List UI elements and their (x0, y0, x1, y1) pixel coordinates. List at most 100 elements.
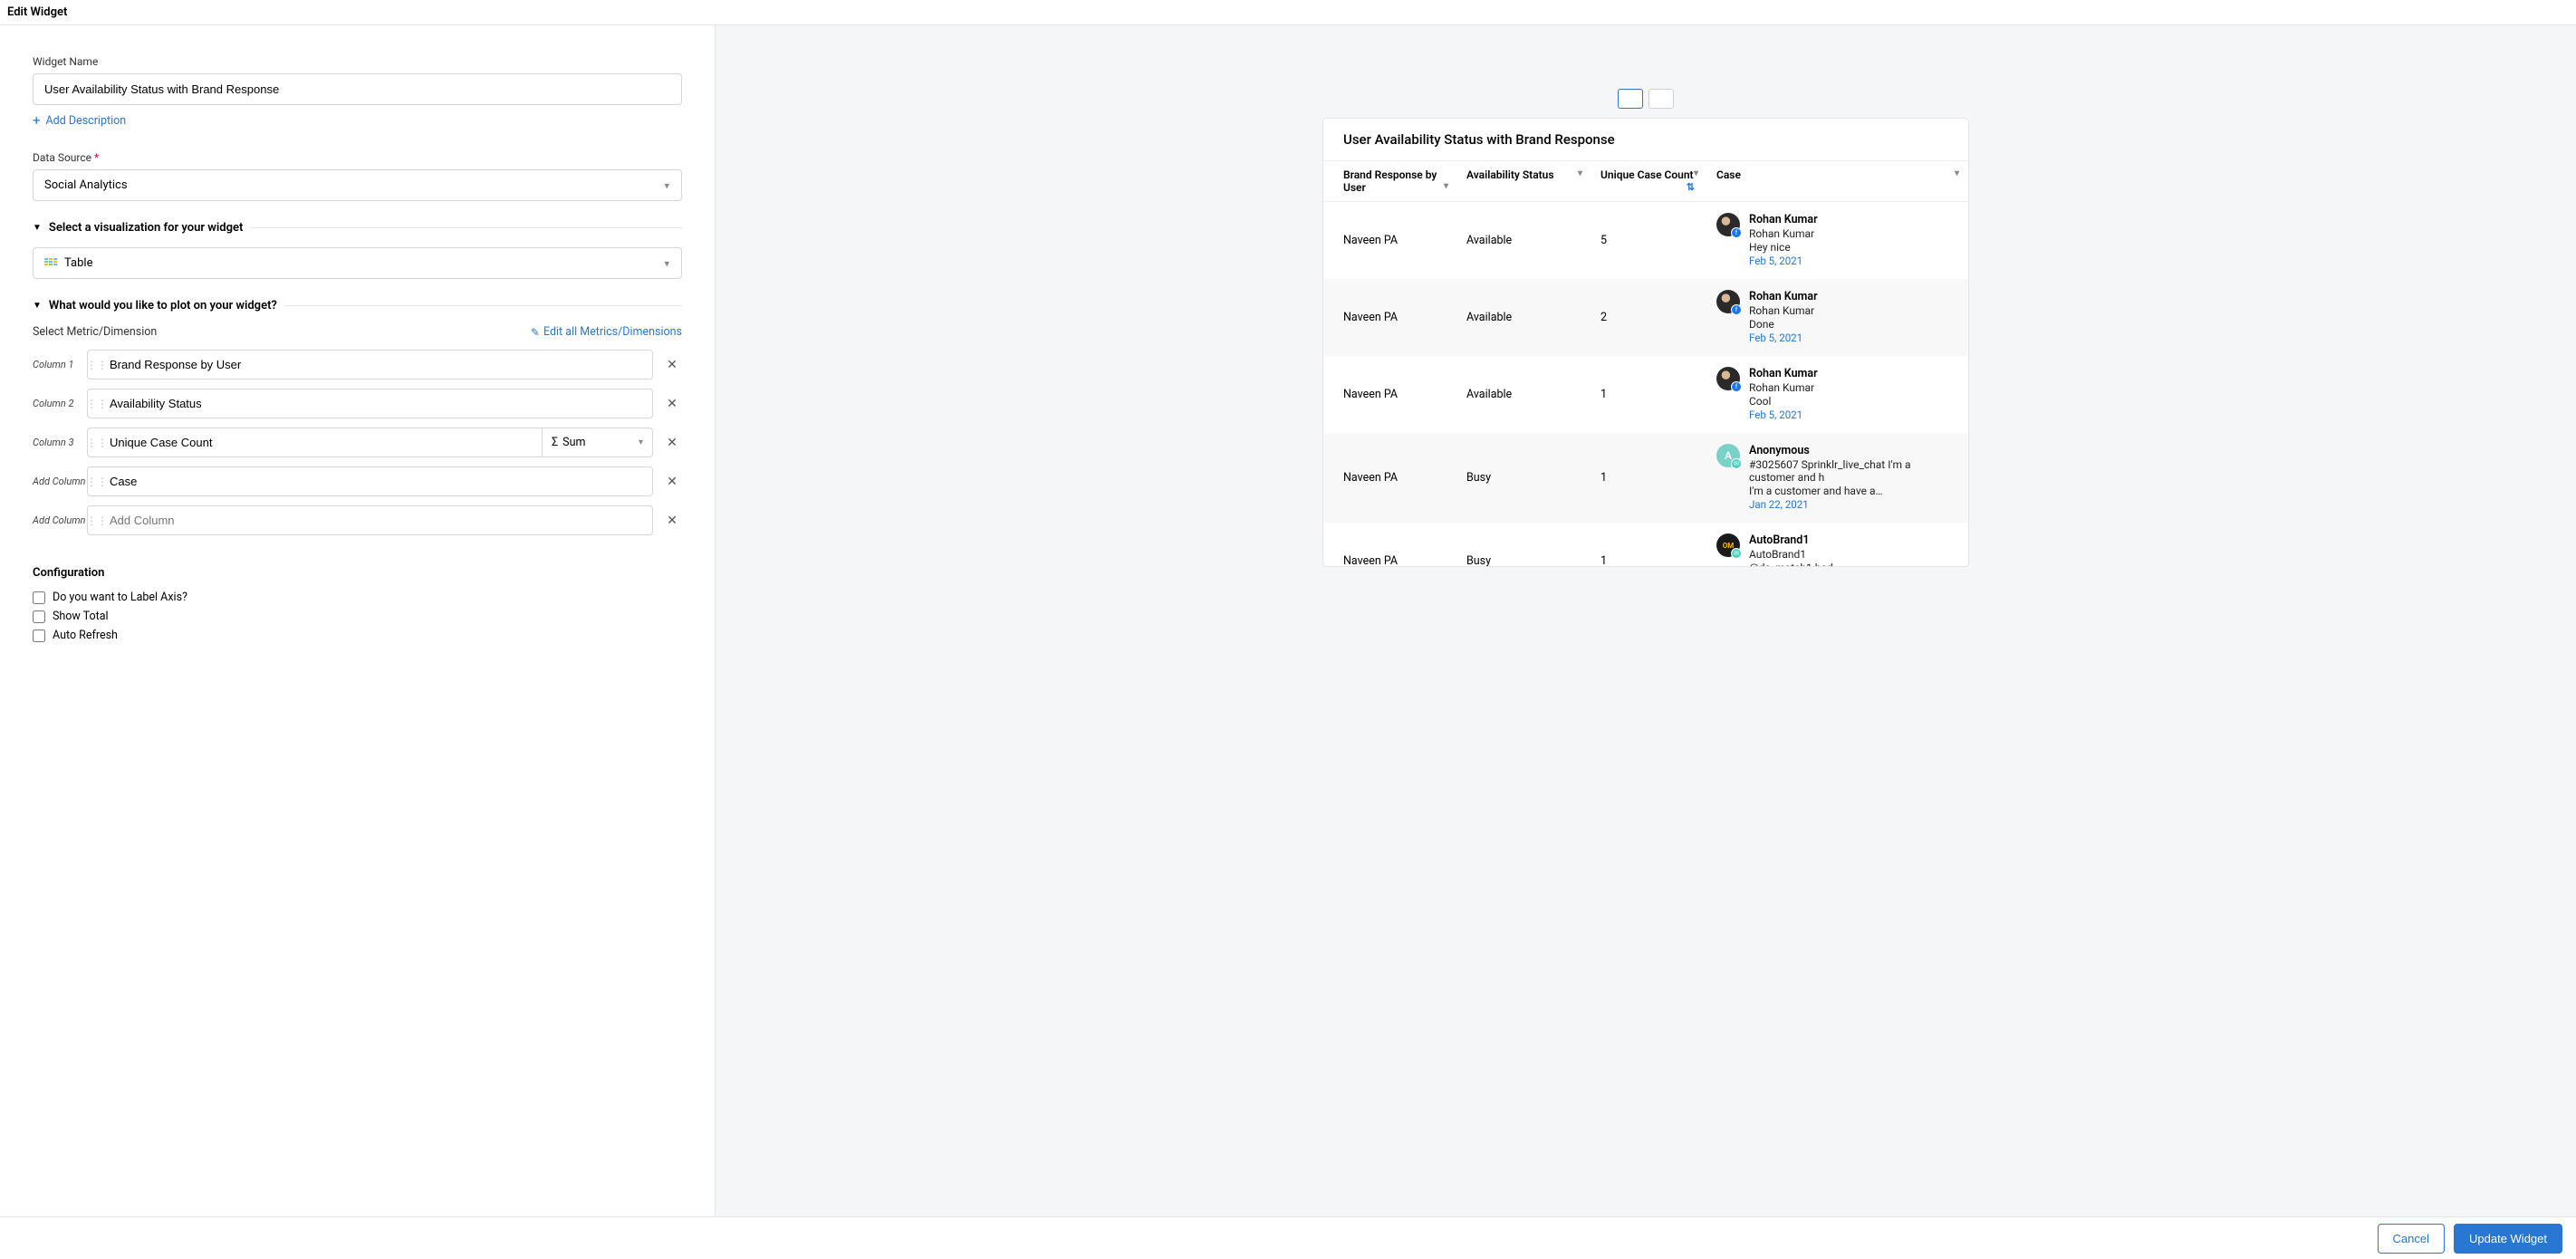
view-toggle (1618, 89, 1674, 109)
configuration-heading: Configuration (33, 566, 682, 580)
visualization-section-header[interactable]: ▼ Select a visualization for your widget (33, 221, 682, 235)
facebook-badge-icon: f (1731, 227, 1742, 238)
case-name: AutoBrand1 (1749, 533, 1833, 547)
table-row[interactable]: Naveen PAAvailable5 f Rohan KumarRohan Kum… (1323, 202, 1968, 279)
data-source-select[interactable]: Social Analytics ▾ (33, 169, 682, 201)
auto-refresh-checkbox[interactable] (33, 630, 45, 642)
cell-user: Naveen PA (1323, 523, 1457, 567)
case-message: @ds_match1 bad (1749, 562, 1833, 566)
header-brand-response[interactable]: Brand Response by User ▾ (1323, 161, 1457, 202)
show-total-text: Show Total (53, 610, 109, 623)
update-widget-button[interactable]: Update Widget (2454, 1224, 2562, 1254)
drag-handle-icon[interactable]: ⋮⋮ (88, 428, 106, 457)
header-unique-count[interactable]: Unique Case Count ▾ ⇅ (1591, 161, 1707, 202)
label-axis-checkbox[interactable] (33, 591, 45, 604)
drag-handle-icon[interactable]: ⋮⋮ (88, 389, 106, 418)
case-name: Rohan Kumar (1749, 213, 1818, 226)
cell-status: Busy (1457, 433, 1591, 523)
cancel-button[interactable]: Cancel (2378, 1224, 2445, 1254)
column-input[interactable]: ⋮⋮ ΣSum▾ (87, 428, 653, 457)
remove-column-button[interactable]: ✕ (662, 436, 682, 450)
column-config-row: Add Column⋮⋮ ✕ (33, 505, 682, 535)
cell-user: Naveen PA (1323, 433, 1457, 523)
column-value-input[interactable] (106, 389, 652, 418)
add-description-link[interactable]: + Add Description (33, 114, 682, 128)
case-date: Feb 5, 2021 (1749, 408, 1818, 421)
show-total-checkbox-row[interactable]: Show Total (33, 610, 682, 623)
facebook-badge-icon: f (1731, 381, 1742, 392)
view-mode-colored[interactable] (1618, 89, 1643, 109)
column-value-input[interactable] (106, 467, 652, 495)
cell-case: A✉Anonymous#3025607 Sprinklr_live_chat I… (1707, 433, 1968, 523)
column-input[interactable]: ⋮⋮ (87, 389, 653, 418)
data-source-value: Social Analytics (44, 178, 128, 192)
column-value-input[interactable] (106, 428, 542, 457)
table-row[interactable]: Naveen PABusy1A✉Anonymous#3025607 Sprink… (1323, 433, 1968, 523)
show-total-checkbox[interactable] (33, 610, 45, 623)
edit-all-metrics-link[interactable]: ✎ Edit all Metrics/Dimensions (531, 325, 682, 339)
case-name: Rohan Kumar (1749, 367, 1818, 380)
auto-refresh-text: Auto Refresh (53, 629, 118, 642)
cell-case: fRohan KumarRohan KumarCoolFeb 5, 2021 (1707, 356, 1968, 433)
drag-handle-icon[interactable]: ⋮⋮ (88, 351, 106, 379)
table-row[interactable]: Naveen PAAvailable1fRohan KumarRohan Kum… (1323, 356, 1968, 433)
chevron-down-icon: ▾ (664, 257, 669, 269)
cell-count: 5 (1591, 202, 1707, 279)
column-config-row: Column 1⋮⋮✕ (33, 350, 682, 380)
widget-name-input[interactable] (33, 73, 682, 105)
case-subtitle: Rohan Kumar (1749, 304, 1818, 317)
case-subtitle: Rohan Kumar (1749, 227, 1818, 240)
edit-all-metrics-text: Edit all Metrics/Dimensions (543, 325, 682, 339)
preview-table-scroll[interactable]: Brand Response by User ▾ Availability St… (1323, 160, 1968, 566)
header-case[interactable]: Case ▾ (1707, 161, 1968, 202)
cell-user: Naveen PA (1323, 202, 1457, 279)
column-index-label: Column 3 (33, 437, 87, 448)
preview-table: Brand Response by User ▾ Availability St… (1323, 160, 1968, 566)
label-axis-checkbox-row[interactable]: Do you want to Label Axis? (33, 591, 682, 604)
plus-icon: + (33, 114, 41, 128)
column-value-input[interactable] (106, 506, 652, 534)
auto-refresh-checkbox-row[interactable]: Auto Refresh (33, 629, 682, 642)
plot-section-header[interactable]: ▼ What would you like to plot on your wi… (33, 299, 682, 312)
column-input[interactable]: ⋮⋮ (87, 466, 653, 496)
column-index-label: Add Column (33, 514, 87, 526)
pencil-icon: ✎ (531, 326, 540, 339)
drag-handle-icon[interactable]: ⋮⋮ (88, 467, 106, 495)
cell-count: 1 (1591, 356, 1707, 433)
case-message: Hey nice (1749, 241, 1818, 254)
header-availability[interactable]: Availability Status ▾ (1457, 161, 1591, 202)
remove-column-button[interactable]: ✕ (662, 514, 682, 528)
case-date: Feb 5, 2021 (1749, 255, 1818, 267)
edit-form-pane: Widget Name + Add Description Data Sourc… (0, 25, 716, 1216)
column-config-row: Column 2⋮⋮✕ (33, 389, 682, 418)
divider (284, 305, 682, 306)
visualization-select[interactable]: Table ▾ (33, 247, 682, 279)
case-date: Feb 5, 2021 (1749, 332, 1818, 344)
cell-user: Naveen PA (1323, 279, 1457, 356)
chevron-down-icon: ▾ (1444, 181, 1448, 191)
remove-column-button[interactable]: ✕ (662, 358, 682, 372)
remove-column-button[interactable]: ✕ (662, 475, 682, 489)
case-message: I'm a customer and have a… (1749, 485, 1959, 497)
column-config-row: Column 3⋮⋮ ΣSum▾ ✕ (33, 428, 682, 457)
case-subtitle: AutoBrand1 (1749, 548, 1833, 561)
preview-widget: User Availability Status with Brand Resp… (1322, 118, 1969, 567)
divider (250, 227, 682, 228)
remove-column-button[interactable]: ✕ (662, 397, 682, 411)
cell-status: Available (1457, 202, 1591, 279)
case-subtitle: #3025607 Sprinklr_live_chat I'm a custom… (1749, 458, 1959, 484)
data-source-label: Data Source (33, 151, 682, 164)
column-index-label: Add Column (33, 476, 87, 487)
table-row[interactable]: Naveen PABusy1OM✉AutoBrand1AutoBrand1@ds… (1323, 523, 1968, 567)
aggregation-select[interactable]: ΣSum▾ (542, 428, 652, 457)
column-input[interactable]: ⋮⋮ (87, 505, 653, 535)
cell-status: Available (1457, 279, 1591, 356)
drag-handle-icon[interactable]: ⋮⋮ (88, 506, 106, 534)
chevron-down-icon: ▾ (639, 437, 643, 447)
view-mode-split[interactable] (1648, 89, 1674, 109)
column-input[interactable]: ⋮⋮ (87, 350, 653, 380)
column-value-input[interactable] (106, 351, 652, 379)
table-row[interactable]: Naveen PAAvailable2fRohan KumarRohan Kum… (1323, 279, 1968, 356)
cell-count: 2 (1591, 279, 1707, 356)
case-subtitle: Rohan Kumar (1749, 381, 1818, 394)
